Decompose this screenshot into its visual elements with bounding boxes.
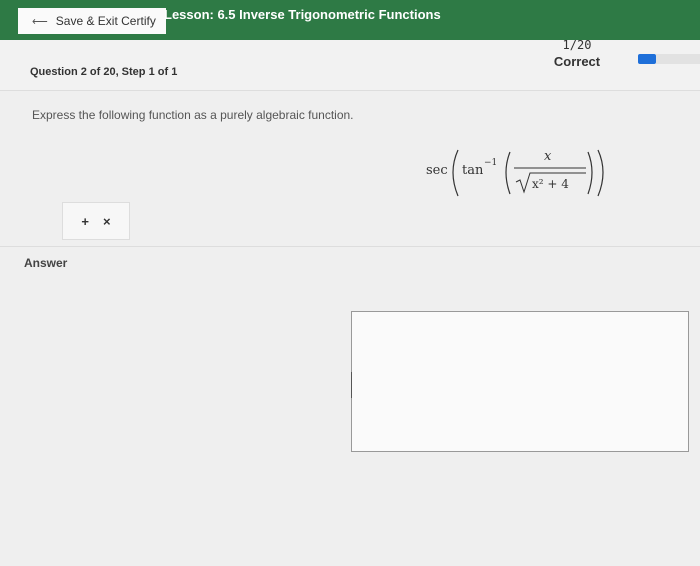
math-tools: + × <box>62 202 130 240</box>
question-prompt: Express the following function as a pure… <box>32 108 354 122</box>
score-display: 1/20 Correct <box>530 38 624 69</box>
math-tan: tan <box>462 163 484 178</box>
score-fraction: 1/20 <box>562 38 592 52</box>
top-bar: ⟵ Save & Exit Certify Lesson: 6.5 Invers… <box>0 0 700 40</box>
save-exit-button[interactable]: ⟵ Save & Exit Certify <box>18 8 166 34</box>
progress-bar-track <box>656 54 700 64</box>
paren-outer-right <box>597 149 604 197</box>
paren-outer-left <box>452 149 459 197</box>
text-caret <box>351 372 352 398</box>
times-button[interactable]: × <box>103 214 111 229</box>
math-radicand: x² + 4 <box>532 177 569 191</box>
score-status: Correct <box>553 54 601 69</box>
math-numerator: x <box>544 149 552 164</box>
lesson-title: Lesson: 6.5 Inverse Trigonometric Functi… <box>164 7 441 22</box>
paren-inner-left <box>505 151 511 195</box>
progress-bar-fill <box>638 54 656 64</box>
answer-label: Answer <box>24 256 68 270</box>
save-exit-label: Save & Exit Certify <box>55 14 156 28</box>
back-arrow-icon: ⟵ <box>32 15 48 28</box>
question-label: Question 2 of 20, Step 1 of 1 <box>30 66 178 78</box>
math-expression: sec tan −1 x x² + 4 <box>426 149 604 197</box>
plus-button[interactable]: + <box>81 214 89 229</box>
answer-input[interactable] <box>351 311 689 452</box>
math-sec: sec <box>426 163 448 178</box>
math-superscript: −1 <box>484 158 497 168</box>
paren-inner-right <box>587 151 593 195</box>
